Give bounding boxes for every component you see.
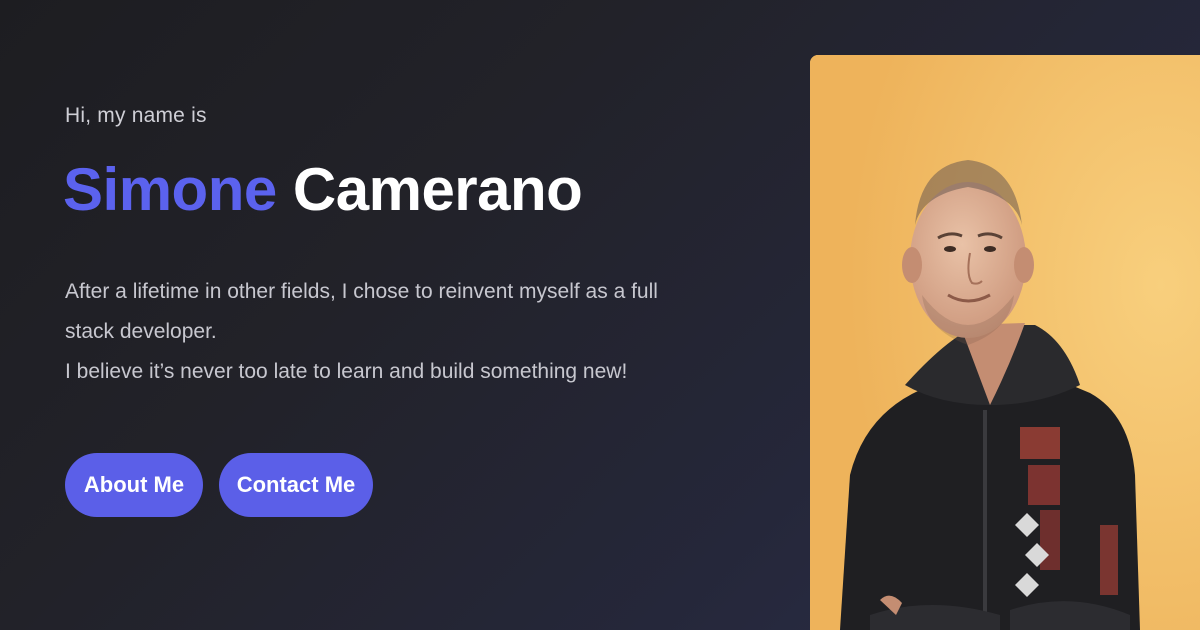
cta-buttons: About Me Contact Me	[65, 453, 373, 517]
intro-text: Hi, my name is	[65, 104, 207, 127]
first-name: Simone	[63, 156, 277, 223]
bio-line-2: I believe it’s never too late to learn a…	[65, 360, 628, 383]
hero-section: Hi, my name is Simone Camerano After a l…	[0, 0, 1200, 630]
contact-me-button[interactable]: Contact Me	[219, 453, 373, 517]
profile-photo	[810, 55, 1200, 630]
profile-photo-illustration	[810, 55, 1200, 630]
last-name: Camerano	[292, 156, 583, 223]
about-me-button[interactable]: About Me	[65, 453, 203, 517]
bio-line-1: After a lifetime in other fields, I chos…	[65, 280, 658, 343]
bio-text: After a lifetime in other fields, I chos…	[65, 272, 685, 392]
full-name-heading: Simone Camerano	[63, 160, 583, 220]
